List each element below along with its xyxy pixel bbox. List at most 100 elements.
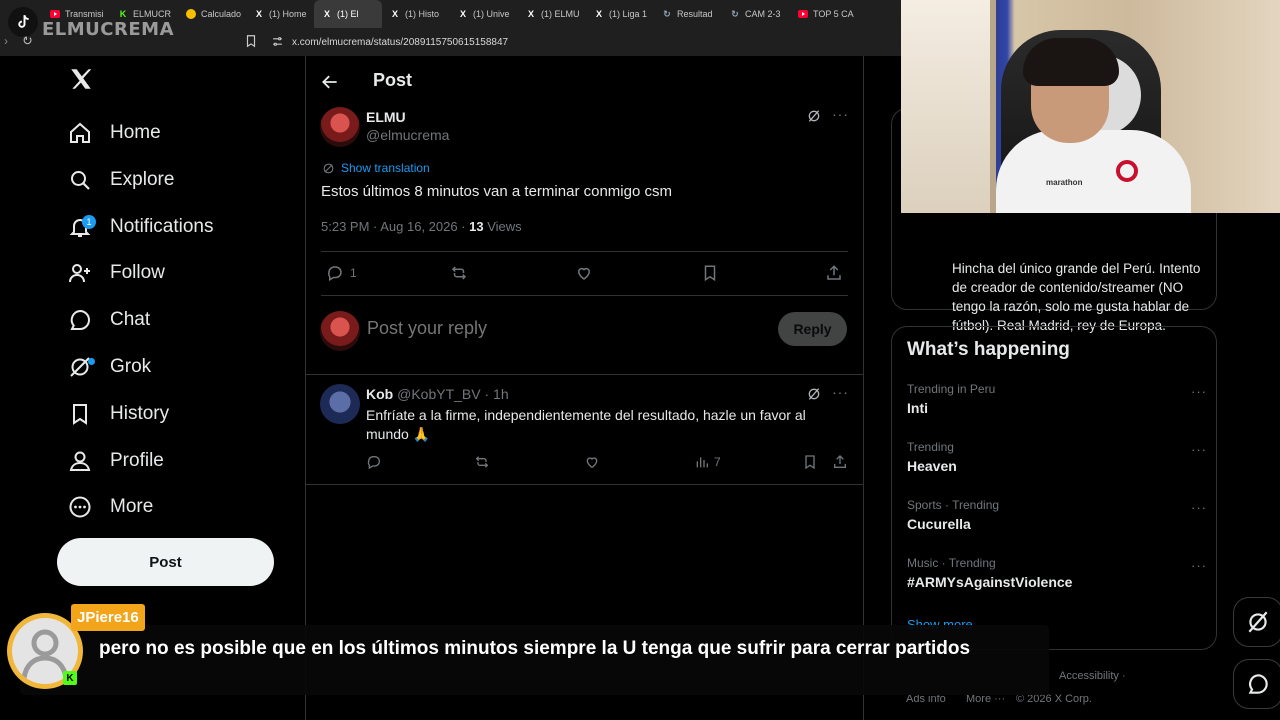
nav-item-notifications[interactable]: 1 Notifications [68, 207, 214, 247]
trend-more-icon[interactable]: ··· [1191, 558, 1207, 573]
reply-views-action[interactable]: 7 [694, 454, 721, 470]
browser-tab[interactable]: TOP 5 CA [790, 0, 858, 28]
x-icon: X [323, 9, 330, 19]
author-name[interactable]: ELMU [366, 109, 406, 125]
reply-like-action[interactable] [584, 454, 600, 470]
reply-input[interactable] [367, 318, 747, 339]
author-avatar[interactable] [320, 107, 360, 147]
nav-item-more[interactable]: More [68, 487, 153, 527]
bookmark-icon [805, 455, 815, 470]
bookmark-page-icon[interactable] [244, 34, 258, 48]
back-nav-icon[interactable]: › [4, 34, 8, 48]
reply-bookmark-action[interactable] [802, 454, 818, 470]
url-text[interactable]: x.com/elmucrema/status/20891157506151588… [292, 37, 508, 48]
trend-item[interactable]: Music · Trending #ARMYsAgainstViolence ··· [907, 556, 1207, 590]
site-info-icon[interactable] [271, 35, 284, 48]
webcam-shirt-brand: marathon [1046, 178, 1083, 187]
trend-context: Music · Trending [907, 556, 996, 570]
divider [321, 251, 848, 252]
reply-author-handle[interactable]: @KobYT_BV [397, 386, 480, 402]
grok-float-button[interactable] [1233, 597, 1280, 647]
nav-item-history[interactable]: History [68, 394, 169, 434]
repost-action[interactable] [450, 264, 468, 282]
youtube-icon [50, 9, 60, 19]
browser-tab-label: TOP 5 CA [813, 9, 854, 19]
trend-more-icon[interactable]: ··· [1191, 384, 1207, 399]
chat-message-text: pero no es posible que en los últimos mi… [99, 638, 971, 659]
post-button[interactable]: Post [57, 538, 274, 586]
browser-tab-label: Transmisi [65, 9, 104, 19]
trend-item[interactable]: Trending in Peru Inti ··· [907, 382, 1207, 416]
show-translation-link[interactable]: Show translation [322, 161, 430, 175]
nav-item-explore[interactable]: Explore [68, 160, 174, 200]
reply-views-count: 7 [714, 455, 721, 469]
x-logo-icon[interactable] [68, 66, 94, 92]
browser-tab[interactable]: ↻ Resultad [654, 0, 722, 28]
divider [321, 295, 848, 296]
browser-tab[interactable]: X (1) Unive [450, 0, 518, 28]
share-icon [834, 455, 846, 468]
nav-item-profile[interactable]: Profile [68, 441, 164, 481]
nav-item-follow[interactable]: Follow [68, 253, 165, 293]
trend-more-icon[interactable]: ··· [1191, 500, 1207, 515]
messages-float-button[interactable] [1233, 659, 1280, 709]
trend-context: Sports · Trending [907, 498, 1000, 512]
reply-reply-action[interactable] [366, 454, 382, 470]
trend-more-icon[interactable]: ··· [1191, 442, 1207, 457]
nav-item-home[interactable]: Home [68, 113, 161, 153]
browser-tab[interactable]: X (1) Home [246, 0, 314, 28]
more-options-icon[interactable]: ··· [832, 106, 849, 122]
browser-tab-label: (1) Histo [405, 9, 440, 19]
like-action[interactable] [575, 264, 593, 282]
repost-icon [475, 456, 489, 468]
refresh-icon: ↻ [731, 8, 739, 19]
author-handle[interactable]: @elmucrema [366, 127, 449, 143]
trend-item[interactable]: Sports · Trending Cucurella ··· [907, 498, 1207, 532]
reply-repost-action[interactable] [474, 454, 490, 470]
bookmark-icon [68, 402, 92, 426]
bell-icon: 1 [68, 214, 96, 239]
nav-item-grok[interactable]: Grok [68, 347, 151, 387]
browser-tab[interactable]: Calculado [178, 0, 246, 28]
browser-tab[interactable]: X (1) ELMU [518, 0, 586, 28]
footer-accessibility[interactable]: Accessibility · [1059, 670, 1126, 682]
reply-action[interactable]: 1 [326, 264, 357, 282]
bookmark-action[interactable] [701, 264, 719, 282]
chat-message-box: pero no es posible que en los últimos mi… [20, 625, 1049, 695]
browser-tab[interactable]: X (1) Liga 1 [586, 0, 654, 28]
reply-time[interactable]: · 1h [484, 386, 508, 402]
nav-item-label: Home [110, 122, 161, 143]
trend-item[interactable]: Trending Heaven ··· [907, 440, 1207, 474]
heart-icon [586, 457, 598, 469]
share-action[interactable] [825, 264, 843, 282]
reply-share-action[interactable] [832, 454, 848, 470]
nav-item-chat[interactable]: Chat [68, 300, 150, 340]
grok-icon[interactable] [806, 386, 822, 402]
translate-icon [323, 163, 334, 173]
browser-tab[interactable]: X (1) Histo [382, 0, 450, 28]
x-icon: X [595, 9, 602, 19]
heart-icon [577, 267, 591, 280]
nav-item-label: More [110, 496, 154, 518]
post-text: Estos últimos 8 minutos van a terminar c… [321, 183, 672, 200]
reply-icon [328, 266, 342, 282]
back-arrow-icon[interactable] [320, 72, 340, 92]
reply-button[interactable]: Reply [778, 312, 847, 346]
grok-icon[interactable] [806, 108, 822, 124]
nav-item-label: History [110, 402, 170, 424]
calculator-icon [186, 9, 196, 19]
browser-tab[interactable]: ↻ CAM 2-3 [722, 0, 790, 28]
views-label: Views [483, 219, 522, 234]
chat-username: JPiere16 [71, 604, 145, 631]
webcam-hair [1023, 38, 1119, 86]
browser-tab-label: Resultad [677, 9, 713, 19]
my-avatar [320, 311, 360, 351]
reply-author-avatar[interactable] [320, 384, 360, 424]
more-options-icon[interactable]: ··· [832, 384, 849, 400]
browser-tab-label: (1) Liga 1 [609, 9, 648, 19]
post-timestamp[interactable]: 5:23 PM · Aug 16, 2026 · [321, 219, 469, 234]
reply-author-name[interactable]: Kob [366, 386, 393, 402]
divider [306, 484, 864, 485]
browser-tab[interactable]: X (1) El [314, 0, 382, 28]
streamer-watermark: ELMUCREMA [42, 19, 175, 40]
